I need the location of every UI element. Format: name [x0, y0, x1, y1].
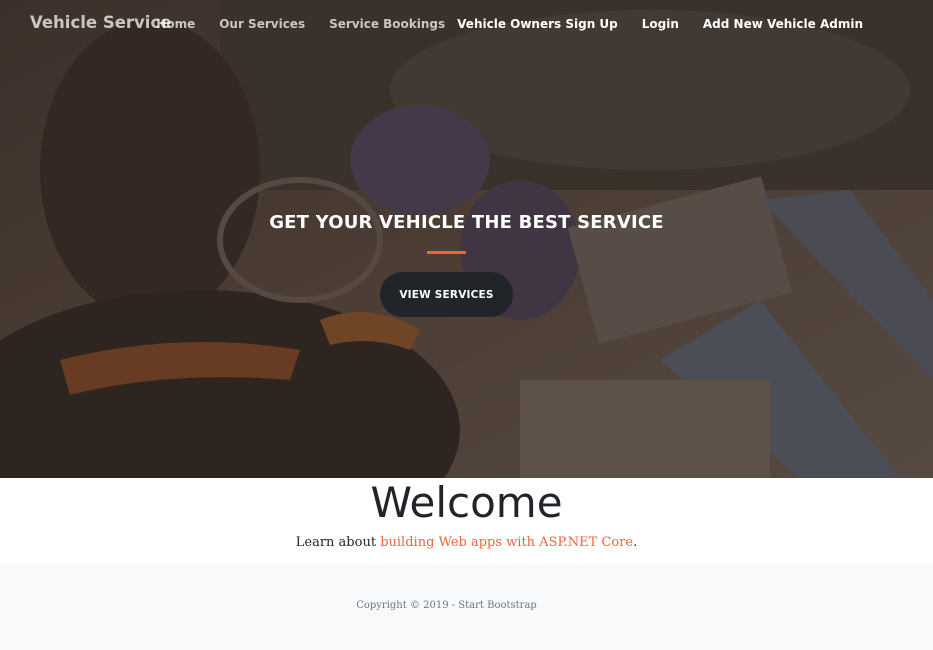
nav-vehicle-owners-sign-up[interactable]: Vehicle Owners Sign Up [457, 17, 618, 31]
hero-overlay [0, 0, 933, 478]
nav-service-bookings[interactable]: Service Bookings [329, 17, 445, 31]
hero-section: Vehicle Service Home Our Services Servic… [0, 0, 933, 478]
brand-logo[interactable]: Vehicle Service [30, 13, 171, 32]
navbar: Vehicle Service Home Our Services Servic… [0, 0, 933, 50]
aspnet-core-link[interactable]: building Web apps with ASP.NET Core [380, 535, 633, 550]
nav-add-new-vehicle-admin[interactable]: Add New Vehicle Admin [703, 17, 863, 31]
nav-login[interactable]: Login [642, 17, 679, 31]
welcome-text-suffix: . [633, 535, 638, 550]
hero-divider [427, 251, 466, 254]
welcome-text: Learn about building Web apps with ASP.N… [0, 535, 933, 550]
copyright-text: Copyright © 2019 - Start Bootstrap [356, 600, 537, 611]
hero-headline: GET YOUR VEHICLE THE BEST SERVICE [269, 212, 664, 233]
nav-links: Home Our Services Service Bookings Vehic… [156, 17, 863, 31]
view-services-button[interactable]: VIEW SERVICES [380, 272, 513, 317]
welcome-section: Welcome Learn about building Web apps wi… [0, 478, 933, 564]
footer: Copyright © 2019 - Start Bootstrap [0, 564, 933, 650]
nav-home[interactable]: Home [156, 17, 195, 31]
welcome-title: Welcome [370, 478, 563, 527]
welcome-text-prefix: Learn about [295, 535, 381, 550]
nav-our-services[interactable]: Our Services [219, 17, 305, 31]
